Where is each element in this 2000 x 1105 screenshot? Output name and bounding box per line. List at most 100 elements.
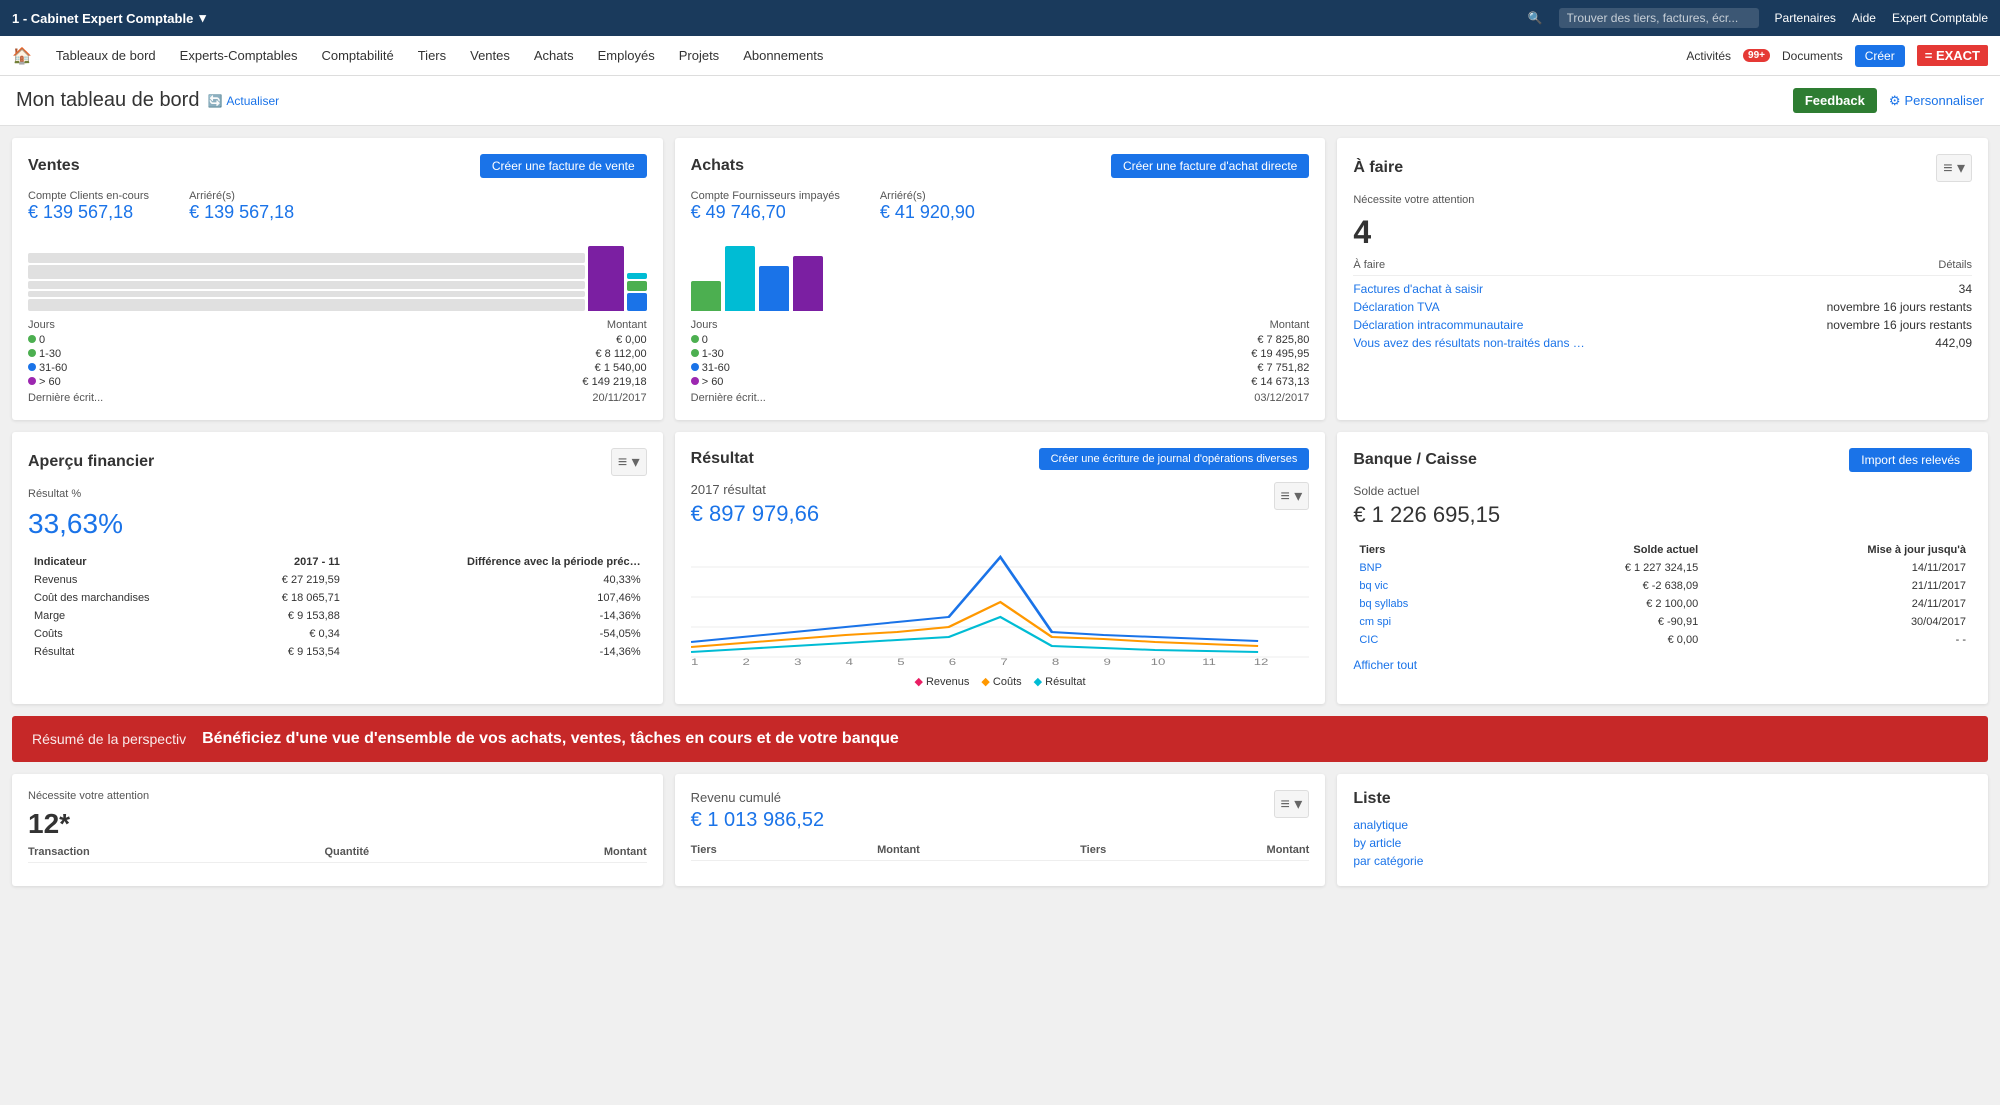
svg-text:3: 3 (794, 658, 801, 667)
fin-row-1: Coût des marchandises€ 18 065,71107,46% (30, 590, 645, 606)
bottom-attention-card: Nécessite votre attention 12* Transactio… (12, 774, 663, 886)
banque-name-4[interactable]: CIC (1355, 632, 1497, 648)
achats-legend-row-3: > 60€ 14 673,13 (691, 376, 1310, 388)
nav-tableaux[interactable]: Tableaux de bord (44, 36, 168, 76)
nav-ventes[interactable]: Ventes (458, 36, 522, 76)
personaliser-button[interactable]: ⚙ Personnaliser (1889, 93, 1984, 109)
refresh-icon: 🔄 (207, 94, 222, 108)
creer-ecriture-button[interactable]: Créer une écriture de journal d'opératio… (1039, 448, 1310, 470)
bottom-attention-number: 12* (28, 808, 647, 840)
resultat-card: Résultat Créer une écriture de journal d… (675, 432, 1326, 704)
afaire-menu-button[interactable]: ≡ ▾ (1936, 154, 1972, 182)
fin-col0: Indicateur (30, 554, 233, 570)
achats-arriere-label: Arriéré(s) (880, 190, 975, 202)
afaire-link-2[interactable]: Déclaration intracommunautaire (1353, 318, 1523, 332)
bottom-revenu-card: Revenu cumulé € 1 013 986,52 ≡ ▾ Tiers M… (675, 774, 1326, 886)
red-banner: Résumé de la perspectiv Bénéficiez d'une… (12, 716, 1988, 762)
banque-solde-label: Solde actuel (1353, 484, 1972, 498)
resultat-menu-button[interactable]: ≡ ▾ (1274, 482, 1310, 510)
resultat-value: € 897 979,66 (691, 501, 819, 527)
creer-button[interactable]: Créer (1855, 45, 1905, 67)
aide-menu[interactable]: Aide (1852, 11, 1876, 25)
banque-name-2[interactable]: bq syllabs (1355, 596, 1497, 612)
afaire-attention-label: Nécessite votre attention (1353, 194, 1972, 206)
liste-link-by-article[interactable]: by article (1353, 834, 1972, 852)
nav-abonnements[interactable]: Abonnements (731, 36, 835, 76)
banque-header: Banque / Caisse Import des relevés (1353, 448, 1972, 472)
banner-label: Résumé de la perspectiv (32, 731, 186, 747)
afaire-row-2: Déclaration intracommunautaire novembre … (1353, 318, 1972, 332)
nav-comptabilite[interactable]: Comptabilité (309, 36, 405, 76)
ventes-compte-block: Compte Clients en-cours € 139 567,18 (28, 190, 149, 223)
svg-text:7: 7 (1000, 658, 1007, 667)
resultat-chart: 1 2 3 4 5 6 7 8 9 10 11 12 (691, 547, 1310, 667)
banque-col3: Mise à jour jusqu'à (1704, 542, 1970, 558)
afaire-link-1[interactable]: Déclaration TVA (1353, 300, 1439, 314)
fin-row-3: Coûts€ 0,34-54,05% (30, 626, 645, 642)
banque-col2: Solde actuel (1499, 542, 1702, 558)
ventes-header: Ventes Créer une facture de vente (28, 154, 647, 178)
home-icon[interactable]: 🏠 (12, 46, 32, 66)
achats-legend-row-1: 1-30€ 19 495,95 (691, 348, 1310, 360)
svg-text:9: 9 (1103, 658, 1110, 667)
svg-text:2: 2 (742, 658, 749, 667)
nav-projets[interactable]: Projets (667, 36, 731, 76)
creer-facture-achat-button[interactable]: Créer une facture d'achat directe (1111, 154, 1309, 178)
import-releves-button[interactable]: Import des relevés (1849, 448, 1972, 472)
revenu-menu-button[interactable]: ≡ ▾ (1274, 790, 1310, 818)
achats-title: Achats (691, 157, 744, 175)
afaire-card: À faire ≡ ▾ Nécessite votre attention 4 … (1337, 138, 1988, 420)
page-title: Mon tableau de bord (16, 89, 199, 112)
chevron-down-icon: ▾ (199, 10, 206, 26)
activites-badge[interactable]: 99+ (1743, 49, 1770, 62)
banque-solde-value: € 1 226 695,15 (1353, 502, 1972, 528)
expert-comptable-menu[interactable]: Expert Comptable (1892, 11, 1988, 25)
feedback-button[interactable]: Feedback (1793, 88, 1877, 113)
top-bar: 1 - Cabinet Expert Comptable ▾ 🔍 Partena… (0, 0, 2000, 36)
nav-bar: 🏠 Tableaux de bord Experts-Comptables Co… (0, 36, 2000, 76)
liste-link-par-categorie[interactable]: par catégorie (1353, 852, 1972, 870)
legend-row-0: 0€ 0,00 (28, 334, 647, 346)
revenu-value: € 1 013 986,52 (691, 809, 824, 832)
partenaires-menu[interactable]: Partenaires (1775, 11, 1836, 25)
liste-title: Liste (1353, 790, 1972, 808)
fin-row-2: Marge€ 9 153,88-14,36% (30, 608, 645, 624)
afaire-header: À faire ≡ ▾ (1353, 154, 1972, 182)
afaire-title: À faire (1353, 159, 1403, 177)
afaire-link-0[interactable]: Factures d'achat à saisir (1353, 282, 1483, 296)
bottom-attention-header: Transaction Quantité Montant (28, 846, 647, 863)
liste-link-analytique[interactable]: analytique (1353, 816, 1972, 834)
banque-afficher: Afficher tout (1353, 658, 1972, 672)
search-input[interactable] (1559, 8, 1759, 28)
banque-row-3: cm spi € -90,91 30/04/2017 (1355, 614, 1970, 630)
banque-row-2: bq syllabs € 2 100,00 24/11/2017 (1355, 596, 1970, 612)
nav-tiers[interactable]: Tiers (406, 36, 458, 76)
company-name[interactable]: 1 - Cabinet Expert Comptable ▾ (12, 10, 206, 26)
banque-name-3[interactable]: cm spi (1355, 614, 1497, 630)
ventes-title: Ventes (28, 157, 80, 175)
documents-link[interactable]: Documents (1782, 49, 1843, 63)
nav-employes[interactable]: Employés (586, 36, 667, 76)
nav-achats[interactable]: Achats (522, 36, 586, 76)
banner-text: Bénéficiez d'une vue d'ensemble de vos a… (202, 730, 899, 748)
actualiser-button[interactable]: 🔄 Actualiser (207, 94, 279, 108)
nav-left: 🏠 Tableaux de bord Experts-Comptables Co… (12, 36, 835, 76)
achats-legend-row-2: 31-60€ 7 751,82 (691, 362, 1310, 374)
apercu-card: Aperçu financier ≡ ▾ Résultat % 33,63% I… (12, 432, 663, 704)
ventes-compte-label: Compte Clients en-cours (28, 190, 149, 202)
afficher-tout-link[interactable]: Afficher tout (1353, 658, 1417, 672)
afaire-link-3[interactable]: Vous avez des résultats non-traités dans… (1353, 336, 1584, 350)
resultat-title: Résultat (691, 450, 754, 468)
ventes-compte-value: € 139 567,18 (28, 202, 149, 223)
creer-facture-vente-button[interactable]: Créer une facture de vente (480, 154, 647, 178)
page-title-area: Mon tableau de bord 🔄 Actualiser (16, 89, 279, 112)
resultat-chart-svg: 1 2 3 4 5 6 7 8 9 10 11 12 (691, 547, 1310, 667)
achats-chart (691, 231, 1310, 311)
company-label: 1 - Cabinet Expert Comptable (12, 11, 193, 26)
apercu-menu-button[interactable]: ≡ ▾ (611, 448, 647, 476)
nav-experts[interactable]: Experts-Comptables (168, 36, 310, 76)
banque-name-1[interactable]: bq vic (1355, 578, 1497, 594)
resultat-legend-item: ◆ Résultat (1034, 675, 1086, 688)
banque-name-0[interactable]: BNP (1355, 560, 1497, 576)
resultat-header: Résultat Créer une écriture de journal d… (691, 448, 1310, 470)
